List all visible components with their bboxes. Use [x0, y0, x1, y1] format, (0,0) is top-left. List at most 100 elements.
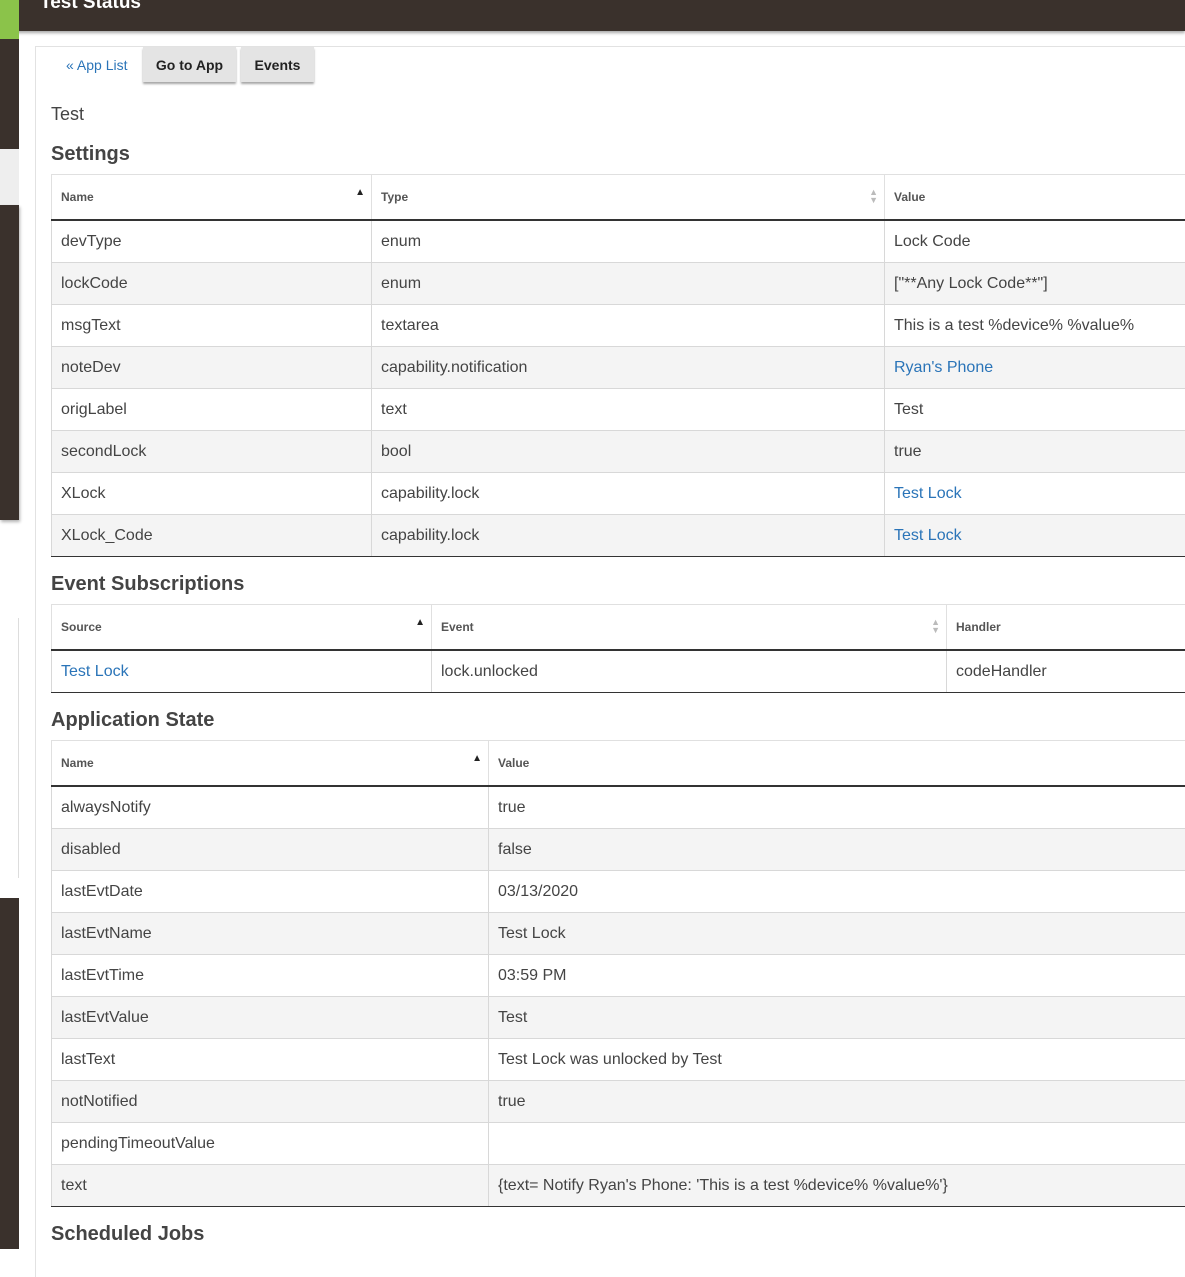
cell-value: 03:59 PM: [489, 955, 1185, 997]
column-header-name[interactable]: Name ▲: [52, 741, 489, 787]
brand-accent: [0, 0, 19, 39]
cell-name: lastEvtTime: [52, 955, 489, 997]
table-row: XLock_Codecapability.lock Test Lock: [52, 515, 1185, 557]
cell-value: Test: [885, 389, 1185, 431]
cell-name: XLock_Code: [52, 515, 372, 557]
cell-name: msgText: [52, 305, 372, 347]
cell-name: lastEvtValue: [52, 997, 489, 1039]
cell-value: Test Lock was unlocked by Test: [489, 1039, 1185, 1081]
table-row: disabledfalse: [52, 829, 1185, 871]
cell-name: disabled: [52, 829, 489, 871]
cell-name: secondLock: [52, 431, 372, 473]
cell-value: false: [489, 829, 1185, 871]
column-header-handler[interactable]: Handler: [947, 605, 1185, 651]
column-header-label: Handler: [956, 620, 1001, 634]
cell-name: text: [52, 1165, 489, 1207]
column-header-label: Name: [61, 756, 94, 770]
sort-asc-icon: ▲: [472, 753, 482, 764]
cell-type: capability.lock: [372, 515, 885, 557]
table-row: lastEvtDate03/13/2020: [52, 871, 1185, 913]
cell-name: lastText: [52, 1039, 489, 1081]
sidebar-strip: [0, 31, 19, 149]
cell-value: Lock Code: [885, 220, 1185, 263]
cell-value: 03/13/2020: [489, 871, 1185, 913]
table-row: origLabeltextTest: [52, 389, 1185, 431]
column-header-value[interactable]: Value: [885, 175, 1185, 221]
settings-title: Settings: [51, 143, 130, 166]
cell-value: true: [885, 431, 1185, 473]
table-row: secondLockbooltrue: [52, 431, 1185, 473]
cell-value: {text= Notify Ryan's Phone: 'This is a t…: [489, 1165, 1185, 1207]
cell-value: [489, 1123, 1185, 1165]
table-row: Test Lock lock.unlockedcodeHandler: [52, 650, 1185, 693]
cell-handler: codeHandler: [947, 650, 1185, 693]
table-row: devTypeenumLock Code: [52, 220, 1185, 263]
settings-table: Name▲ Type▲▼ Value devTypeenumLock Codel…: [51, 174, 1185, 557]
table-row: msgTexttextareaThis is a test %device% %…: [52, 305, 1185, 347]
scheduled-jobs-title: Scheduled Jobs: [51, 1223, 204, 1246]
column-header-name[interactable]: Name ▲: [52, 175, 372, 221]
table-row: text{text= Notify Ryan's Phone: 'This is…: [52, 1165, 1185, 1207]
table-row: lastTextTest Lock was unlocked by Test: [52, 1039, 1185, 1081]
cell-name: devType: [52, 220, 372, 263]
sidebar-divider: [18, 618, 19, 878]
column-header-label: Value: [894, 190, 925, 204]
app-state-table: Name ▲ Value alwaysNotifytruedisabledfals…: [51, 740, 1185, 1207]
cell-value-link[interactable]: Test Lock: [894, 485, 962, 502]
column-header-type[interactable]: Type▲▼: [372, 175, 885, 221]
sort-asc-icon: ▲: [415, 617, 425, 628]
cell-name: pendingTimeoutValue: [52, 1123, 489, 1165]
cell-source-link[interactable]: Test Lock: [61, 663, 129, 680]
table-row: lastEvtTime03:59 PM: [52, 955, 1185, 997]
column-header-label: Value: [498, 756, 529, 770]
cell-name: noteDev: [52, 347, 372, 389]
subscriptions-title: Event Subscriptions: [51, 573, 244, 596]
cell-value: Test: [489, 997, 1185, 1039]
table-row: XLockcapability.lock Test Lock: [52, 473, 1185, 515]
cell-type: enum: [372, 220, 885, 263]
cell-value: Ryan's Phone: [885, 347, 1185, 389]
cell-type: capability.notification: [372, 347, 885, 389]
column-header-source[interactable]: Source ▲: [52, 605, 432, 651]
cell-value-link[interactable]: Ryan's Phone: [894, 359, 993, 376]
cell-name: lastEvtName: [52, 913, 489, 955]
cell-name: alwaysNotify: [52, 786, 489, 829]
events-button[interactable]: Events: [241, 47, 314, 82]
cell-name: notNotified: [52, 1081, 489, 1123]
column-header-value[interactable]: Value: [489, 741, 1185, 787]
cell-source: Test Lock: [52, 650, 432, 693]
cell-value: Test Lock: [489, 913, 1185, 955]
table-row: lockCodeenum["**Any Lock Code**"]: [52, 263, 1185, 305]
app-list-link[interactable]: « App List: [66, 57, 128, 73]
cell-type: text: [372, 389, 885, 431]
cell-name: origLabel: [52, 389, 372, 431]
cell-name: lockCode: [52, 263, 372, 305]
sort-both-icon: ▲▼: [931, 618, 940, 634]
column-header-event[interactable]: Event ▲▼: [432, 605, 947, 651]
cell-type: capability.lock: [372, 473, 885, 515]
go-to-app-button[interactable]: Go to App: [143, 47, 236, 82]
cell-event: lock.unlocked: [432, 650, 947, 693]
cell-name: lastEvtDate: [52, 871, 489, 913]
sidebar-strip: [0, 898, 19, 1249]
sidebar-gap: [0, 149, 19, 205]
table-row: notNotifiedtrue: [52, 1081, 1185, 1123]
cell-name: XLock: [52, 473, 372, 515]
column-header-label: Source: [61, 620, 102, 634]
subscriptions-table: Source ▲ Event ▲▼ Handler Test Lock lock.un…: [51, 604, 1185, 693]
cell-type: bool: [372, 431, 885, 473]
column-header-label: Type: [381, 190, 408, 204]
app-state-header-row: Name ▲ Value: [52, 741, 1185, 787]
column-header-label: Event: [441, 620, 474, 634]
app-name: Test: [51, 104, 84, 125]
settings-header-row: Name ▲ Type▲▼ Value: [52, 175, 1185, 221]
app-state-title: Application State: [51, 709, 214, 732]
cell-value: true: [489, 786, 1185, 829]
table-row: pendingTimeoutValue: [52, 1123, 1185, 1165]
column-header-label: Name: [61, 190, 94, 204]
cell-type: textarea: [372, 305, 885, 347]
cell-value: Test Lock: [885, 515, 1185, 557]
cell-value-link[interactable]: Test Lock: [894, 527, 962, 544]
sort-asc-icon: ▲: [355, 187, 365, 198]
cell-type: enum: [372, 263, 885, 305]
